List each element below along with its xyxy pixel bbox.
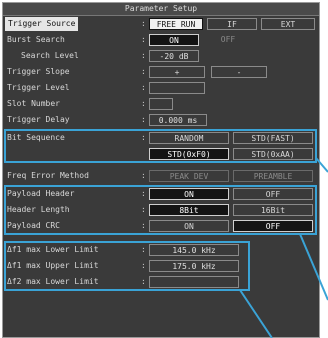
freq-error-method-row: Freq Error Method : PEAK DEV PREAMBLE [3, 169, 319, 183]
trigger-delay-row: Trigger Delay : 0.000 ms [3, 113, 319, 127]
df1-upper-label: Δf1 max Upper Limit [7, 261, 99, 270]
payload-crc-label: Payload CRC [7, 221, 60, 230]
df1-upper-row: Δf1 max Upper Limit : 175.0 kHz [3, 259, 319, 273]
search-level-row: Search Level : -20 dB [3, 49, 319, 63]
payload-header-off-button[interactable]: OFF [233, 188, 313, 200]
df2-lower-label: Δf2 max Lower Limit [7, 277, 99, 286]
freq-error-method-label: Freq Error Method [7, 171, 89, 180]
header-length-label: Header Length [7, 205, 70, 214]
df2-lower-row: Δf2 max Lower Limit : [3, 275, 319, 289]
colon: : [141, 205, 146, 214]
bit-sequence-label: Bit Sequence [7, 133, 65, 142]
colon: : [141, 19, 146, 28]
payload-crc-off-button[interactable]: OFF [233, 220, 313, 232]
burst-search-label: Burst Search [7, 35, 65, 44]
payload-header-label: Payload Header [7, 189, 75, 198]
df1-lower-field[interactable]: 145.0 kHz [149, 244, 239, 256]
colon: : [141, 99, 146, 108]
bit-sequence-std-fast-button[interactable]: STD(FAST) [233, 132, 313, 144]
payload-header-row: Payload Header : ON OFF [3, 187, 319, 201]
payload-header-on-button[interactable]: ON [149, 188, 229, 200]
trigger-source-ext-button[interactable]: EXT [261, 18, 315, 30]
trigger-delay-field[interactable]: 0.000 ms [149, 114, 207, 126]
trigger-slope-row: Trigger Slope : + - [3, 65, 319, 79]
trigger-level-field[interactable] [149, 82, 205, 94]
burst-search-on-button[interactable]: ON [149, 34, 199, 46]
trigger-source-if-button[interactable]: IF [207, 18, 257, 30]
trigger-delay-label: Trigger Delay [7, 115, 70, 124]
slot-number-field[interactable] [149, 98, 173, 110]
trigger-slope-label: Trigger Slope [7, 67, 70, 76]
search-level-field[interactable]: -20 dB [149, 50, 199, 62]
colon: : [141, 245, 146, 254]
freq-error-preamble-button[interactable]: PREAMBLE [233, 170, 313, 182]
colon: : [141, 261, 146, 270]
colon: : [141, 277, 146, 286]
burst-search-row: Burst Search : ON OFF [3, 33, 319, 47]
slot-number-row: Slot Number : [3, 97, 319, 111]
trigger-source-row: Trigger Source : FREE RUN IF EXT [3, 17, 319, 31]
freq-error-peak-dev-button[interactable]: PEAK DEV [149, 170, 229, 182]
df1-upper-field[interactable]: 175.0 kHz [149, 260, 239, 272]
colon: : [141, 189, 146, 198]
bit-sequence-std-aa-button[interactable]: STD(0xAA) [233, 148, 313, 160]
df1-lower-label: Δf1 max Lower Limit [7, 245, 99, 254]
burst-search-off-button[interactable]: OFF [203, 34, 253, 46]
colon: : [141, 51, 146, 60]
header-length-row: Header Length : 8Bit 16Bit [3, 203, 319, 217]
bit-sequence-random-button[interactable]: RANDOM [149, 132, 229, 144]
trigger-source-label: Trigger Source [5, 17, 79, 31]
bit-sequence-row: Bit Sequence : RANDOM STD(FAST) [3, 131, 319, 145]
bit-sequence-row-2: STD(0xF0) STD(0xAA) [3, 147, 319, 161]
colon: : [141, 221, 146, 230]
df1-lower-row: Δf1 max Lower Limit : 145.0 kHz [3, 243, 319, 257]
header-length-16bit-button[interactable]: 16Bit [233, 204, 313, 216]
trigger-source-free-run-button[interactable]: FREE RUN [149, 18, 203, 30]
trigger-slope-minus-button[interactable]: - [211, 66, 267, 78]
trigger-level-label: Trigger Level [7, 83, 70, 92]
bit-sequence-std-f0-button[interactable]: STD(0xF0) [149, 148, 229, 160]
parameter-setup-panel: Parameter Setup Trigger Source : FREE RU… [2, 2, 320, 338]
search-level-label: Search Level [21, 51, 79, 60]
slot-number-label: Slot Number [7, 99, 60, 108]
colon: : [141, 133, 146, 142]
header-length-8bit-button[interactable]: 8Bit [149, 204, 229, 216]
colon: : [141, 171, 146, 180]
panel-title: Parameter Setup [3, 3, 319, 16]
payload-crc-row: Payload CRC : ON OFF [3, 219, 319, 233]
colon: : [141, 67, 146, 76]
colon: : [141, 115, 146, 124]
colon: : [141, 35, 146, 44]
trigger-slope-plus-button[interactable]: + [149, 66, 205, 78]
df2-lower-field[interactable] [149, 276, 239, 288]
payload-crc-on-button[interactable]: ON [149, 220, 229, 232]
colon: : [141, 83, 146, 92]
trigger-level-row: Trigger Level : [3, 81, 319, 95]
